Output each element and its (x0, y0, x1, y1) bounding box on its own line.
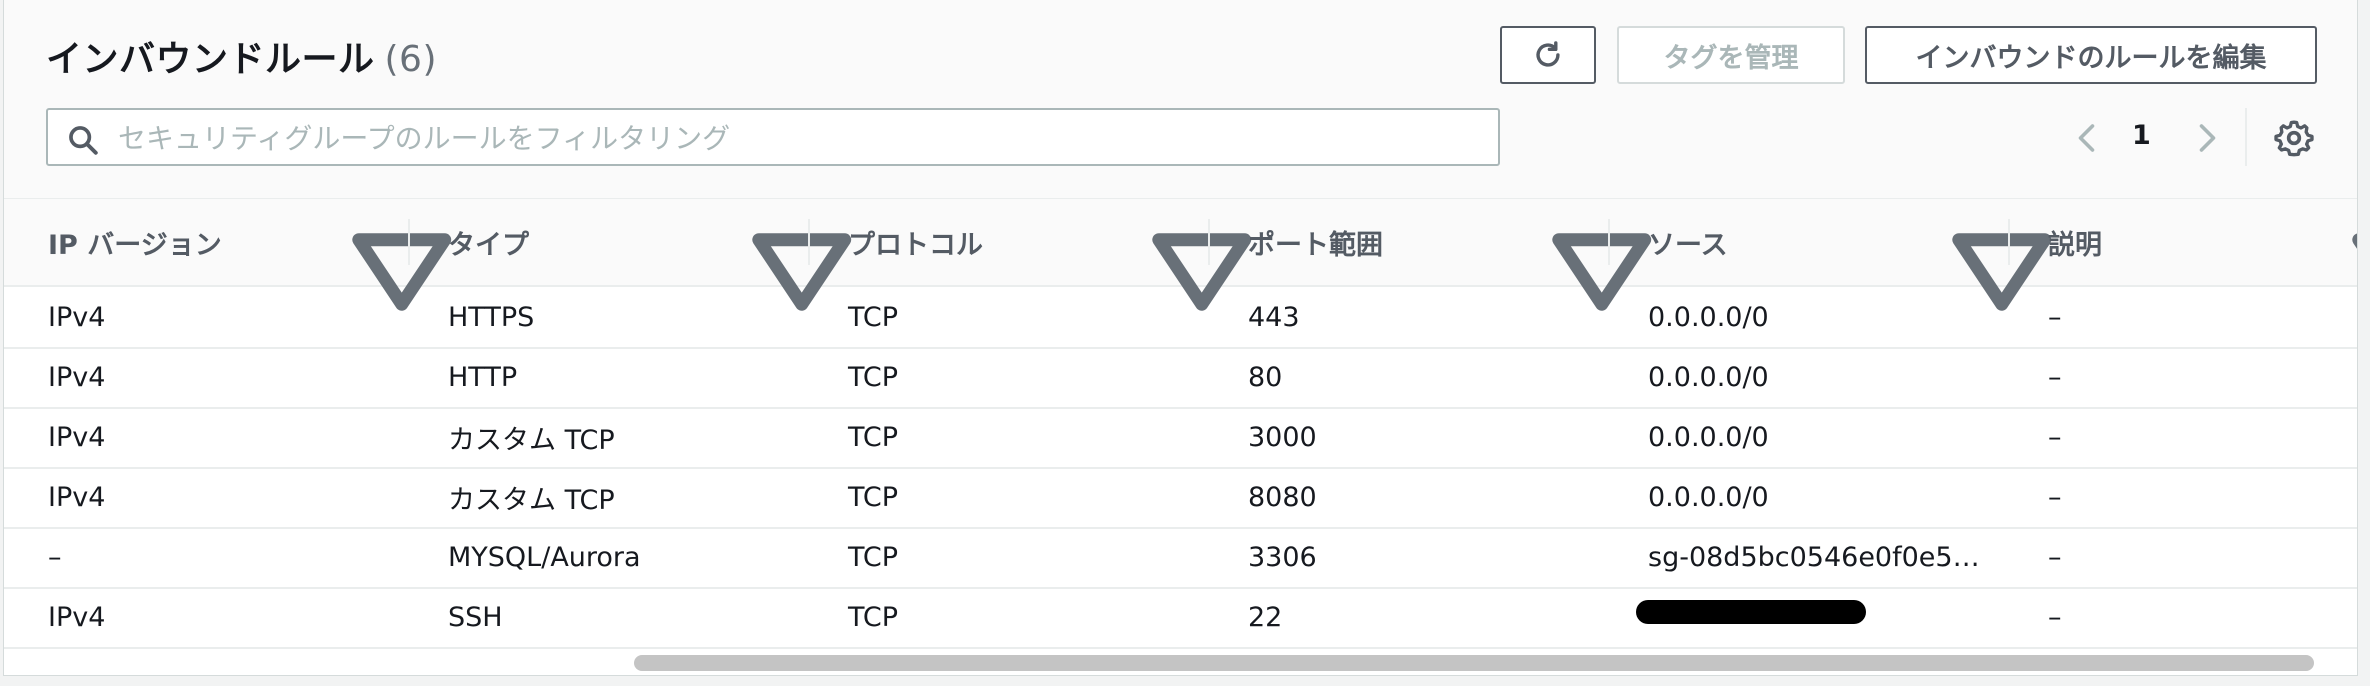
cell-protocol: TCP (848, 301, 899, 333)
cell-type: HTTPS (448, 301, 535, 333)
cell-ip-version: IPv4 (48, 361, 106, 393)
cell-description: – (2048, 421, 2062, 453)
cell-ip-version: – (48, 541, 62, 573)
cell-type: カスタム TCP (448, 484, 615, 516)
title-text: インバウンドルール (46, 39, 375, 80)
panel-header: インバウンドルール(6) タグを管理 インバウンドのルールを編集 1 (4, 0, 2357, 199)
manage-tags-button[interactable]: タグを管理 (1617, 26, 1845, 84)
chevron-right-icon[interactable] (2188, 118, 2224, 158)
cell-protocol: TCP (848, 481, 899, 513)
chevron-left-icon[interactable] (2070, 118, 2106, 158)
column-divider (1208, 219, 1210, 265)
search-input[interactable] (116, 118, 1480, 158)
table-row[interactable]: IPv4 SSH TCP 22 – (4, 587, 2357, 649)
cell-source: 0.0.0.0/0 (1648, 481, 1769, 513)
column-header-type[interactable]: タイプ (448, 199, 529, 285)
cell-port-range: 80 (1248, 361, 1283, 393)
table-row[interactable]: IPv4 HTTPS TCP 443 0.0.0.0/0 – (4, 287, 2357, 349)
table-row[interactable]: IPv4 カスタム TCP TCP 8080 0.0.0.0/0 – (4, 467, 2357, 529)
cell-ip-version: IPv4 (48, 421, 106, 453)
cell-description: – (2048, 541, 2062, 573)
cell-protocol: TCP (848, 541, 899, 573)
cell-description: – (2048, 301, 2062, 333)
redacted-source (1636, 600, 1866, 624)
column-header-description[interactable]: 説明 (2048, 199, 2102, 285)
column-header-source[interactable]: ソース (1648, 199, 1728, 285)
current-page[interactable]: 1 (2132, 120, 2151, 151)
column-divider (408, 219, 410, 265)
cell-ip-version: IPv4 (48, 301, 106, 333)
page-title: インバウンドルール (6) (46, 30, 437, 82)
cell-source: 0.0.0.0/0 (1648, 361, 1769, 393)
cell-type: MYSQL/Aurora (448, 541, 641, 573)
settings-icon[interactable] (2274, 118, 2314, 158)
cell-port-range: 3000 (1248, 421, 1317, 453)
divider (2245, 108, 2247, 166)
cell-protocol: TCP (848, 421, 899, 453)
column-header-protocol[interactable]: プロトコル (848, 199, 983, 285)
scrollbar-thumb[interactable] (634, 655, 2314, 671)
cell-description: – (2048, 481, 2062, 513)
column-label: IP バージョン (48, 229, 222, 261)
cell-ip-version: IPv4 (48, 601, 106, 633)
column-divider (1608, 219, 1610, 265)
cell-description: – (2048, 361, 2062, 393)
cell-ip-version: IPv4 (48, 481, 106, 513)
search-icon (69, 126, 98, 155)
cell-protocol: TCP (848, 361, 899, 393)
cell-port-range: 8080 (1248, 481, 1317, 513)
cell-type: HTTP (448, 361, 518, 393)
cell-protocol: TCP (848, 601, 899, 633)
rule-count: (6) (384, 39, 438, 80)
filter-search-box[interactable] (46, 108, 1500, 166)
column-label: 説明 (2048, 229, 2102, 261)
cell-type: カスタム TCP (448, 424, 615, 456)
table-row[interactable]: IPv4 カスタム TCP TCP 3000 0.0.0.0/0 – (4, 407, 2357, 469)
column-label: タイプ (448, 229, 529, 261)
cell-port-range: 3306 (1248, 541, 1317, 573)
column-divider (2008, 219, 2010, 265)
inbound-rules-panel: インバウンドルール(6) タグを管理 インバウンドのルールを編集 1 (3, 0, 2358, 676)
column-label: ポート範囲 (1248, 229, 1383, 261)
cell-description: – (2048, 601, 2062, 633)
column-divider (808, 219, 810, 265)
table-header: IP バージョン タイプ プロトコル ポート範囲 ソース 説明 (4, 199, 2357, 311)
column-header-ip-version[interactable]: IP バージョン (48, 199, 222, 285)
cell-port-range: 443 (1248, 301, 1300, 333)
column-label: プロトコル (848, 229, 983, 261)
cell-port-range: 22 (1248, 601, 1283, 633)
edit-inbound-rules-button[interactable]: インバウンドのルールを編集 (1865, 26, 2317, 84)
cell-type: SSH (448, 601, 503, 633)
cell-source: 0.0.0.0/0 (1648, 301, 1769, 333)
table-row[interactable]: IPv4 HTTP TCP 80 0.0.0.0/0 – (4, 347, 2357, 409)
column-label: ソース (1648, 229, 1728, 261)
refresh-button[interactable] (1500, 26, 1596, 84)
refresh-icon (1536, 41, 1560, 67)
table-row[interactable]: – MYSQL/Aurora TCP 3306 sg-08d5bc0546e0f… (4, 527, 2357, 589)
column-header-port-range[interactable]: ポート範囲 (1248, 199, 1383, 285)
cell-source: 0.0.0.0/0 (1648, 421, 1769, 453)
cell-source[interactable]: sg-08d5bc0546e0f0e5… (1648, 527, 1980, 587)
